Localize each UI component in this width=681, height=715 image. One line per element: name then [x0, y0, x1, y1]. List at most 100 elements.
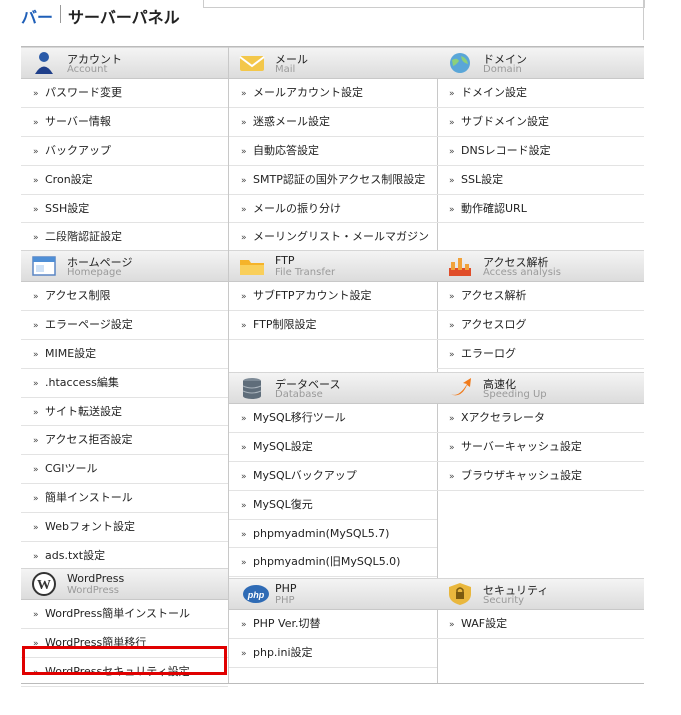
menu-link[interactable]: » サーバー情報 — [21, 108, 228, 137]
menu-link[interactable]: » サーバーキャッシュ設定 — [437, 433, 644, 462]
mail-icon — [239, 51, 265, 75]
menu-link[interactable]: » メーリングリスト・メールマガジン — [229, 223, 437, 253]
menu-link-label: サーバー情報 — [45, 114, 111, 128]
menu-link[interactable]: » ブラウザキャッシュ設定 — [437, 462, 644, 491]
arrow-icon: » — [241, 414, 247, 424]
menu-link[interactable]: » phpmyadmin(MySQL5.7) — [229, 520, 437, 549]
menu-link[interactable]: » MySQLバックアップ — [229, 462, 437, 491]
menu-column-2: メール Mail » メールアカウント設定 » 迷惑メール設定 » 自動応答設定 » SMTP認証… — [228, 47, 438, 683]
arrow-icon: » — [449, 320, 455, 331]
menu-link[interactable]: » DNSレコード設定 — [437, 137, 644, 166]
menu-link-label: サブドメイン設定 — [461, 114, 549, 128]
arrow-icon: » — [33, 146, 39, 157]
menu-link-label: サブFTPアカウント設定 — [253, 289, 372, 302]
menu-link[interactable]: » エラーログ — [437, 340, 644, 369]
menu-link[interactable]: » 簡単インストール — [21, 484, 228, 514]
menu-link[interactable]: » SSL設定 — [437, 166, 644, 195]
menu-link-label: SSH設定 — [45, 201, 90, 215]
menu-link[interactable]: » PHP Ver.切替 — [229, 610, 437, 639]
menu-link[interactable]: » Webフォント設定 — [21, 513, 228, 543]
arrow-icon: » — [449, 204, 455, 215]
menu-list: » PHP Ver.切替 » php.ini設定 — [229, 610, 437, 668]
menu-link[interactable]: » アクセス制限 — [21, 282, 228, 311]
menu-link[interactable]: » 自動応答設定 — [229, 137, 437, 166]
menu-link-label: phpmyadmin(旧MySQL5.0) — [253, 555, 401, 569]
menu-link[interactable]: » メールの振り分け — [229, 195, 437, 224]
menu-link[interactable]: » FTP制限設定 — [229, 311, 437, 340]
arrow-icon: » — [33, 378, 39, 389]
menu-link[interactable]: » 二段階認証設定 — [21, 223, 228, 253]
menu-link[interactable]: » サイト転送設定 — [21, 398, 228, 427]
menu-link[interactable]: » バックアップ — [21, 137, 228, 166]
menu-link-label: Webフォント設定 — [45, 520, 135, 534]
menu-link[interactable]: » ドメイン設定 — [437, 79, 644, 108]
menu-link[interactable]: » エラーページ設定 — [21, 311, 228, 340]
arrow-icon: » — [449, 175, 455, 186]
menu-list: » メールアカウント設定 » 迷惑メール設定 » 自動応答設定 » SMTP認証の国外アクセス… — [229, 79, 437, 253]
menu-link-label: phpmyadmin(MySQL5.7) — [253, 526, 390, 540]
menu-link[interactable]: » .htaccess編集 — [21, 369, 228, 398]
section-subtitle: WordPress — [67, 585, 120, 596]
menu-link[interactable]: » WAF設定 — [437, 610, 644, 639]
menu-link[interactable]: » ads.txt設定 — [21, 542, 228, 571]
menu-link[interactable]: » phpmyadmin(旧MySQL5.0) — [229, 548, 437, 578]
menu-link[interactable]: » CGIツール — [21, 455, 228, 485]
section-php: php PHP PHP » PHP Ver.切替 » php.ini設定 — [229, 578, 437, 668]
menu-list: » パスワード変更 » サーバー情報 » バックアップ » Cron設定 » SSH設定 » 二段階認… — [21, 79, 228, 253]
arrow-icon: » — [33, 233, 39, 244]
menu-link-label: DNSレコード設定 — [461, 143, 551, 157]
section-domain: ドメイン Domain » ドメイン設定 » サブドメイン設定 » DNSレコード設定 » SSL… — [437, 47, 644, 224]
menu-list: » アクセス解析 » アクセスログ » エラーログ — [437, 282, 644, 369]
menu-link[interactable]: » SSH設定 — [21, 195, 228, 224]
arrow-icon: » — [33, 204, 39, 215]
arrow-icon: » — [241, 529, 247, 540]
menu-link-label: php.ini設定 — [253, 645, 313, 659]
svg-text:php: php — [247, 590, 265, 600]
svg-text:W: W — [37, 578, 51, 593]
menu-link[interactable]: » SMTP認証の国外アクセス制限設定 — [229, 166, 437, 195]
menu-link[interactable]: » 迷惑メール設定 — [229, 108, 437, 137]
menu-link[interactable]: » WordPress簡単インストール — [21, 600, 228, 629]
menu-link[interactable]: » php.ini設定 — [229, 639, 437, 668]
section-homepage: ホームページ Homepage » アクセス制限 » エラーページ設定 » MIME設定 » .h… — [21, 250, 228, 571]
arrow-icon: » — [33, 523, 39, 534]
arrow-icon: » — [33, 89, 39, 99]
section-subtitle: Speeding Up — [483, 389, 547, 400]
arrow-icon: » — [33, 407, 39, 418]
section-subtitle: Mail — [275, 64, 296, 75]
php-icon: php — [239, 582, 269, 606]
menu-link[interactable]: » MySQL設定 — [229, 433, 437, 462]
menu-link-label: エラーログ — [461, 346, 516, 360]
menu-link[interactable]: » パスワード変更 — [21, 79, 228, 108]
menu-link[interactable]: » MySQL移行ツール — [229, 404, 437, 433]
section-header: ホームページ Homepage — [21, 250, 228, 282]
menu-list: » ドメイン設定 » サブドメイン設定 » DNSレコード設定 » SSL設定 » 動作確認URL — [437, 79, 644, 224]
menu-link-label: 迷惑メール設定 — [253, 114, 330, 128]
menu-column-3: ドメイン Domain » ドメイン設定 » サブドメイン設定 » DNSレコード設定 » SSL… — [437, 47, 644, 683]
menu-link[interactable]: » Xアクセラレータ — [437, 404, 644, 433]
section-subtitle: Access analysis — [483, 267, 561, 278]
right-divider — [643, 0, 644, 40]
menu-link-label: サイト転送設定 — [45, 404, 122, 418]
menu-link-label: アクセスログ — [461, 317, 527, 331]
folder-icon — [239, 254, 265, 278]
menu-link[interactable]: » MIME設定 — [21, 340, 228, 369]
menu-link[interactable]: » アクセス拒否設定 — [21, 426, 228, 456]
arrow-icon: » — [449, 89, 455, 99]
menu-link[interactable]: » サブドメイン設定 — [437, 108, 644, 137]
menu-link[interactable]: » アクセスログ — [437, 311, 644, 340]
arrow-icon: » — [33, 349, 39, 360]
menu-link[interactable]: » メールアカウント設定 — [229, 79, 437, 108]
menu-link[interactable]: » サブFTPアカウント設定 — [229, 282, 437, 311]
menu-link[interactable]: » アクセス解析 — [437, 282, 644, 311]
menu-link[interactable]: » Cron設定 — [21, 166, 228, 195]
menu-link-label: MIME設定 — [45, 346, 97, 360]
menu-link[interactable]: » 動作確認URL — [437, 195, 644, 224]
server-panel-menu: アカウント Account » パスワード変更 » サーバー情報 » バックアップ » Cron設… — [21, 46, 644, 687]
menu-link-label: Xアクセラレータ — [461, 411, 545, 424]
menu-link-label: アクセス解析 — [461, 289, 527, 302]
menu-link[interactable]: » MySQL復元 — [229, 491, 437, 520]
menu-link-label: メーリングリスト・メールマガジン — [253, 230, 429, 244]
menu-link-label: WordPress簡単インストール — [45, 607, 191, 620]
arrow-icon: » — [241, 175, 247, 186]
